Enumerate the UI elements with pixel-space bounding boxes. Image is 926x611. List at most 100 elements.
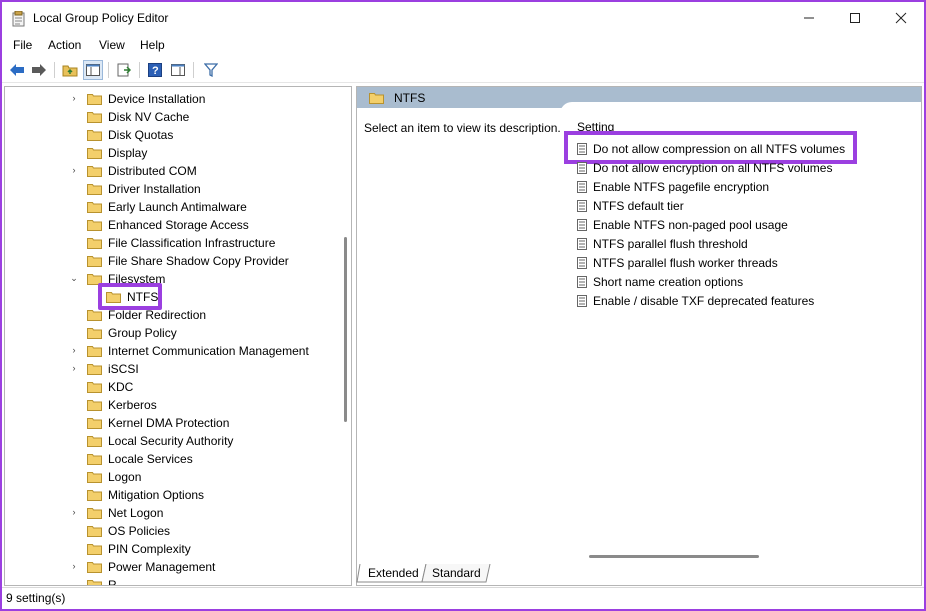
help-icon: ? bbox=[148, 63, 162, 77]
tree-item[interactable]: Kerberos bbox=[5, 396, 345, 414]
setting-row[interactable]: NTFS parallel flush worker threads bbox=[577, 254, 917, 273]
folder-icon bbox=[87, 309, 102, 321]
minimize-button[interactable] bbox=[786, 2, 832, 34]
chevron-right-icon[interactable]: › bbox=[69, 93, 79, 103]
tree-item-label: iSCSI bbox=[108, 362, 139, 376]
title-bar: Local Group Policy Editor bbox=[2, 2, 924, 34]
setting-row[interactable]: NTFS default tier bbox=[577, 197, 917, 216]
export-list-icon bbox=[117, 63, 131, 77]
tree-item[interactable]: KDC bbox=[5, 378, 345, 396]
chevron-down-icon[interactable]: ⌄ bbox=[69, 273, 79, 283]
filter-icon bbox=[204, 63, 218, 77]
show-hide-tree-button[interactable] bbox=[83, 60, 103, 80]
tree-item-label: Device Installation bbox=[108, 92, 206, 106]
close-button[interactable] bbox=[878, 2, 924, 34]
tab-extended[interactable]: Extended bbox=[362, 564, 425, 582]
tree-item[interactable]: File Share Shadow Copy Provider bbox=[5, 252, 345, 270]
menu-view[interactable]: View bbox=[99, 38, 125, 52]
chevron-right-icon[interactable]: › bbox=[69, 561, 79, 571]
folder-icon bbox=[87, 183, 102, 195]
tree-item-label: File Classification Infrastructure bbox=[108, 236, 276, 250]
chevron-right-icon[interactable]: › bbox=[69, 165, 79, 175]
tree-item[interactable]: Local Security Authority bbox=[5, 432, 345, 450]
folder-icon bbox=[87, 525, 102, 537]
policy-setting-icon bbox=[577, 295, 587, 307]
status-text: 9 setting(s) bbox=[6, 591, 66, 605]
tree-item[interactable]: Early Launch Antimalware bbox=[5, 198, 345, 216]
setting-row[interactable]: Enable NTFS non-paged pool usage bbox=[577, 216, 917, 235]
folder-icon bbox=[87, 417, 102, 429]
tree-item-label: OS Policies bbox=[108, 524, 171, 538]
policy-setting-icon bbox=[577, 181, 587, 193]
filter-button[interactable] bbox=[201, 60, 221, 80]
menu-action[interactable]: Action bbox=[48, 38, 81, 52]
tree-item-label: Disk Quotas bbox=[108, 128, 174, 142]
tree-item-label: PIN Complexity bbox=[108, 542, 191, 556]
tab-standard[interactable]: Standard bbox=[426, 564, 487, 582]
setting-row[interactable]: Enable / disable TXF deprecated features bbox=[577, 292, 917, 311]
tree-item[interactable]: Mitigation Options bbox=[5, 486, 345, 504]
setting-row[interactable]: Do not allow compression on all NTFS vol… bbox=[577, 140, 917, 159]
folder-icon bbox=[87, 111, 102, 123]
tree-item[interactable]: › Net Logon bbox=[5, 504, 345, 522]
vertical-scrollbar[interactable] bbox=[344, 237, 347, 422]
tree-item-label: Locale Services bbox=[108, 452, 193, 466]
tree-item-label: Mitigation Options bbox=[108, 488, 205, 502]
setting-row[interactable]: Enable NTFS pagefile encryption bbox=[577, 178, 917, 197]
svg-text:?: ? bbox=[152, 65, 159, 77]
forward-button[interactable] bbox=[29, 60, 49, 80]
tree-item-label: R... bbox=[108, 578, 127, 586]
tree-item[interactable]: › iSCSI bbox=[5, 360, 345, 378]
setting-label: Enable NTFS pagefile encryption bbox=[593, 180, 770, 194]
policy-editor-icon bbox=[12, 11, 25, 27]
tree-item[interactable]: R... bbox=[5, 576, 345, 586]
folder-icon bbox=[87, 453, 102, 465]
maximize-button[interactable] bbox=[832, 2, 878, 34]
tree-item[interactable]: Folder Redirection bbox=[5, 306, 345, 324]
tree-item[interactable]: › Power Management bbox=[5, 558, 345, 576]
tree-item[interactable]: File Classification Infrastructure bbox=[5, 234, 345, 252]
setting-label: Do not allow encryption on all NTFS volu… bbox=[593, 161, 833, 175]
chevron-right-icon[interactable]: › bbox=[69, 345, 79, 355]
chevron-right-icon[interactable]: › bbox=[69, 507, 79, 517]
tree-item[interactable]: › Device Installation bbox=[5, 90, 345, 108]
back-button[interactable] bbox=[7, 60, 27, 80]
tree-item[interactable]: Group Policy bbox=[5, 324, 345, 342]
tree-item[interactable]: Enhanced Storage Access bbox=[5, 216, 345, 234]
setting-row[interactable]: Short name creation options bbox=[577, 273, 917, 292]
menu-help[interactable]: Help bbox=[140, 38, 165, 52]
folder-icon bbox=[87, 435, 102, 447]
tree-item[interactable]: PIN Complexity bbox=[5, 540, 345, 558]
tree-item[interactable]: OS Policies bbox=[5, 522, 345, 540]
tree-item-label: Display bbox=[108, 146, 148, 160]
setting-row[interactable]: Do not allow encryption on all NTFS volu… bbox=[577, 159, 917, 178]
tree-item[interactable]: Display bbox=[5, 144, 345, 162]
tree-item[interactable]: Driver Installation bbox=[5, 180, 345, 198]
tree-item-label: Local Security Authority bbox=[108, 434, 234, 448]
tree-item[interactable]: Logon bbox=[5, 468, 345, 486]
tree-item[interactable]: ⌄ Filesystem bbox=[5, 270, 345, 288]
policy-setting-icon bbox=[577, 238, 587, 250]
export-list-button[interactable] bbox=[114, 60, 134, 80]
setting-row[interactable]: NTFS parallel flush threshold bbox=[577, 235, 917, 254]
tree-item[interactable]: › Distributed COM bbox=[5, 162, 345, 180]
tree-item[interactable]: Locale Services bbox=[5, 450, 345, 468]
tree-item[interactable]: Disk Quotas bbox=[5, 126, 345, 144]
description-text: Select an item to view its description. bbox=[364, 121, 561, 135]
folder-icon bbox=[87, 93, 102, 105]
horizontal-scrollbar[interactable] bbox=[589, 555, 759, 558]
menu-file[interactable]: File bbox=[13, 38, 32, 52]
tree-item[interactable]: Disk NV Cache bbox=[5, 108, 345, 126]
setting-label: Enable / disable TXF deprecated features bbox=[593, 294, 815, 308]
chevron-right-icon[interactable]: › bbox=[69, 363, 79, 373]
up-level-button[interactable] bbox=[60, 60, 80, 80]
tree-item[interactable]: › Internet Communication Management bbox=[5, 342, 345, 360]
folder-icon bbox=[87, 255, 102, 267]
tree-item[interactable]: Kernel DMA Protection bbox=[5, 414, 345, 432]
setting-label: Do not allow compression on all NTFS vol… bbox=[593, 142, 846, 156]
show-hide-action-pane-button[interactable] bbox=[168, 60, 188, 80]
folder-icon bbox=[87, 345, 102, 357]
help-button[interactable]: ? bbox=[145, 60, 165, 80]
folder-icon bbox=[87, 579, 102, 585]
tree-item[interactable]: NTFS bbox=[5, 288, 345, 306]
